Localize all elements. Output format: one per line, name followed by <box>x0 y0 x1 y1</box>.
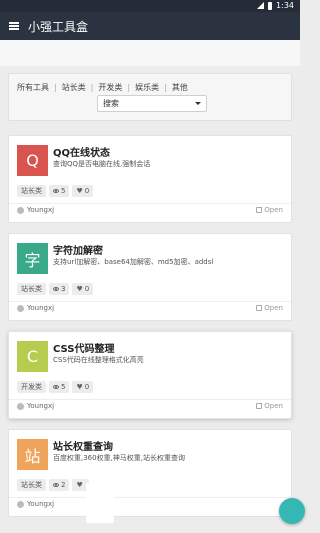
eye-icon <box>53 483 59 487</box>
author: Youngxj <box>17 206 54 214</box>
eye-icon <box>53 189 59 193</box>
tab-separator: | <box>90 83 94 92</box>
tool-card[interactable]: Q QQ在线状态 查询QQ是否电脑在线,强制会话 站长类 5 ♥ 0 Youngx… <box>8 135 292 223</box>
user-icon <box>17 402 24 410</box>
app-bar: 小强工具盒 <box>0 12 300 40</box>
card-divider <box>9 399 291 400</box>
heart-icon: ♥ <box>76 382 83 391</box>
tool-description: 查询QQ是否电脑在线,强制会话 <box>53 160 151 168</box>
signal-icon <box>257 2 265 9</box>
category-badge: 站长类 <box>17 479 46 491</box>
tool-meta: 站长类 2 ♥ <box>17 479 89 491</box>
eye-icon <box>53 385 59 389</box>
tool-thumbnail: 字 <box>17 243 48 274</box>
tab-all-tools[interactable]: 所有工具 <box>17 82 49 93</box>
views-badge: 2 <box>49 479 70 491</box>
category-badge: 站长类 <box>17 185 46 197</box>
category-tabs: 所有工具 | 站长类 | 开发类 | 娱乐类 | 其他 <box>17 82 188 93</box>
views-badge: 3 <box>49 283 70 295</box>
tab-separator: | <box>54 83 57 92</box>
tool-card[interactable]: 站 站长权重查询 百度权重,360权重,神马权重,站长权重查询 站长类 2 ♥ … <box>8 429 292 517</box>
tool-title: QQ在线状态 <box>53 148 111 159</box>
tool-card[interactable]: 字 字符加解密 支持url加解密、base64加解密、md5加密、addsl 站… <box>8 233 292 321</box>
tool-thumbnail: C <box>17 341 48 372</box>
tool-description: 支持url加解密、base64加解密、md5加密、addsl <box>53 258 214 266</box>
tool-meta: 站长类 3 ♥ 0 <box>17 283 94 295</box>
user-icon <box>17 500 24 508</box>
tool-card[interactable]: C CSS代码整理 CSS代码在线整理格式化高亮 开发类 5 ♥ 0 Youngx… <box>8 331 292 419</box>
views-badge: 5 <box>49 381 70 393</box>
status-bar: 1:34 <box>0 0 300 12</box>
card-divider <box>9 301 291 302</box>
heart-icon: ♥ <box>76 480 83 489</box>
user-icon <box>17 206 24 214</box>
app-title: 小强工具盒 <box>28 19 89 34</box>
status-time: 1:34 <box>276 1 294 10</box>
open-link[interactable]: Open <box>256 206 283 214</box>
category-badge: 站长类 <box>17 283 46 295</box>
open-link[interactable]: Open <box>256 402 283 410</box>
hamburger-menu-icon[interactable] <box>9 22 19 30</box>
tool-title: CSS代码整理 <box>53 344 115 355</box>
likes-badge[interactable]: ♥ 0 <box>72 283 94 295</box>
tab-separator: | <box>164 83 167 92</box>
overlay-patch <box>86 483 114 523</box>
card-divider <box>9 203 291 204</box>
heart-icon: ♥ <box>76 186 83 195</box>
tool-description: CSS代码在线整理格式化高亮 <box>53 356 144 364</box>
views-badge: 5 <box>49 185 70 197</box>
tab-development[interactable]: 开发类 <box>98 82 122 93</box>
likes-badge[interactable]: ♥ 0 <box>72 381 94 393</box>
banner-area <box>0 40 300 66</box>
author: Youngxj <box>17 402 54 410</box>
search-select-value: 搜索 <box>103 99 119 108</box>
tool-meta: 站长类 5 ♥ 0 <box>17 185 94 197</box>
eye-icon <box>53 287 59 291</box>
external-link-icon <box>256 207 263 213</box>
tool-thumbnail: 站 <box>17 439 48 470</box>
card-divider <box>9 497 291 498</box>
floating-action-button[interactable] <box>279 498 305 524</box>
likes-badge[interactable]: ♥ 0 <box>72 185 94 197</box>
tool-title: 字符加解密 <box>53 246 103 257</box>
category-badge: 开发类 <box>17 381 46 393</box>
tool-description: 百度权重,360权重,神马权重,站长权重查询 <box>53 454 186 462</box>
battery-icon <box>268 1 273 10</box>
tab-other[interactable]: 其他 <box>172 82 188 93</box>
filter-panel: 所有工具 | 站长类 | 开发类 | 娱乐类 | 其他 搜索 <box>8 73 292 121</box>
tool-thumbnail: Q <box>17 145 48 176</box>
heart-icon: ♥ <box>76 284 83 293</box>
tab-separator: | <box>127 83 131 92</box>
external-link-icon <box>256 403 263 409</box>
chevron-down-icon <box>195 102 201 105</box>
external-link-icon <box>256 305 263 311</box>
tab-webmaster[interactable]: 站长类 <box>62 82 86 93</box>
tab-entertainment[interactable]: 娱乐类 <box>135 82 159 93</box>
tool-meta: 开发类 5 ♥ 0 <box>17 381 94 393</box>
tool-title: 站长权重查询 <box>53 442 113 453</box>
author: Youngxj <box>17 304 54 312</box>
user-icon <box>17 304 24 312</box>
open-link[interactable]: Open <box>256 304 283 312</box>
author: Youngxj <box>17 500 54 508</box>
search-select[interactable]: 搜索 <box>97 95 207 112</box>
